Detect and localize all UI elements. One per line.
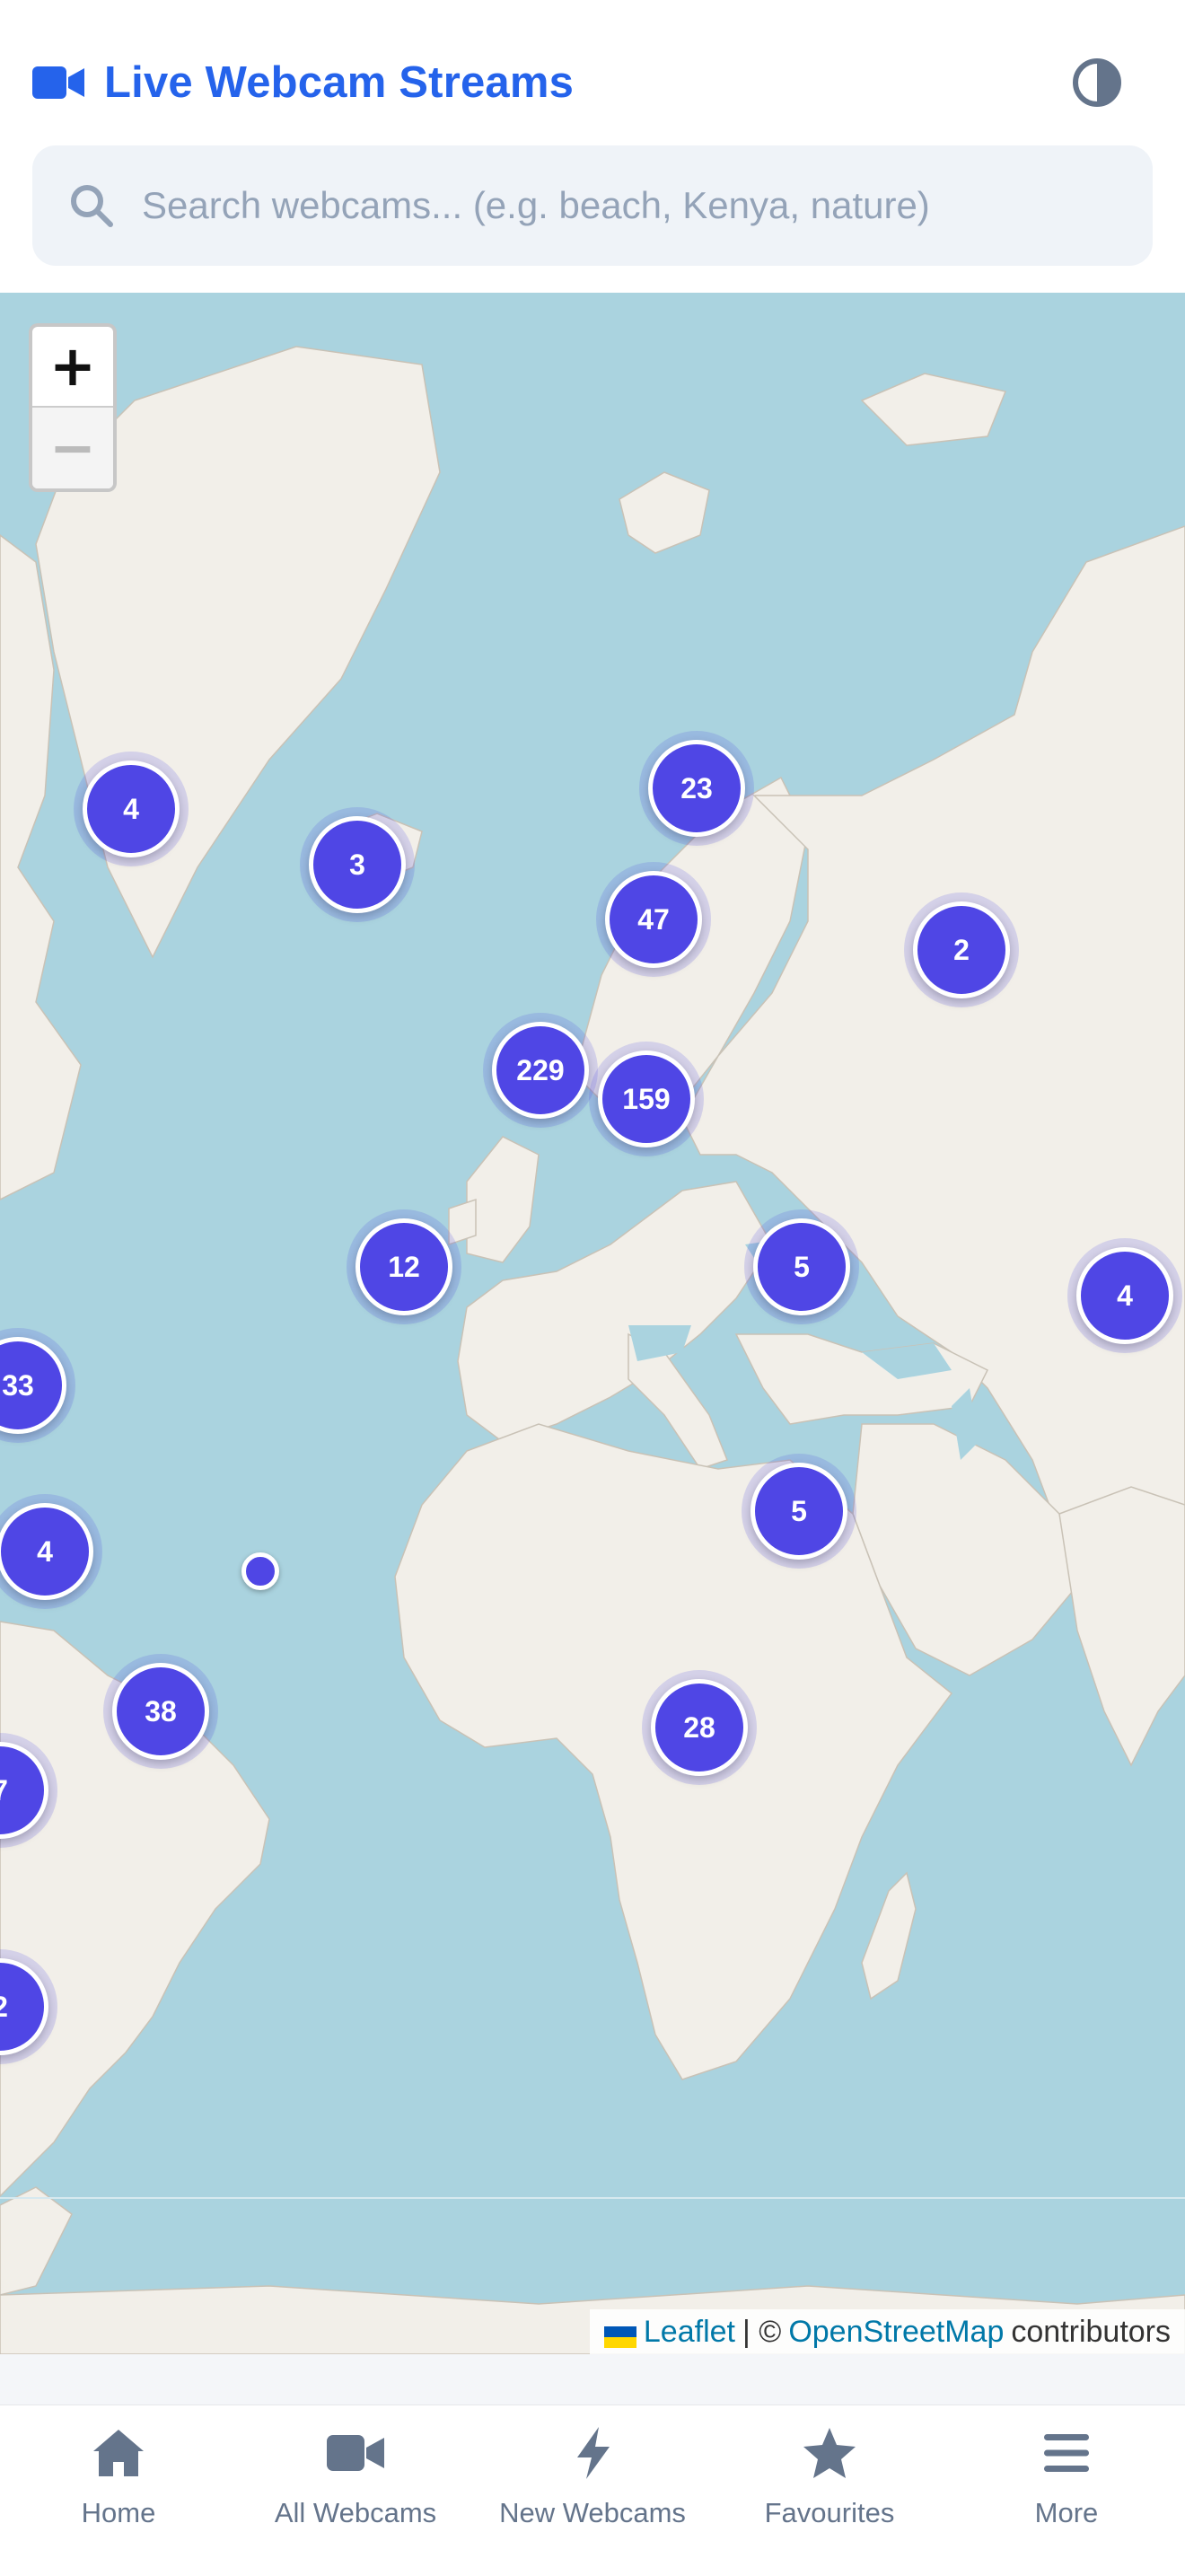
cluster-marker-brazil[interactable]: 38 [112,1663,209,1760]
map-tiles [0,346,1185,2354]
theme-toggle-button[interactable] [1068,56,1126,113]
cluster-marker-south-africa[interactable]: 28 [651,1679,748,1776]
search-input[interactable] [140,163,1128,248]
openstreetmap-link[interactable]: OpenStreetMap [788,2315,1004,2350]
menu-icon [1035,2422,1098,2484]
nav-item-new-webcams[interactable]: New Webcams [474,2405,711,2576]
zoom-control: + − [29,323,117,492]
attribution-separator: | © [742,2314,782,2349]
nav-item-favourites[interactable]: Favourites [711,2405,948,2576]
page-title: Live Webcam Streams [104,58,575,107]
ukraine-flag-icon [603,2321,636,2348]
nav-item-all-webcams[interactable]: All Webcams [237,2405,474,2576]
cluster-marker-iceland[interactable]: 3 [309,816,406,913]
video-camera-icon [324,2422,387,2484]
cluster-marker-india[interactable]: 4 [1076,1247,1173,1344]
cluster-marker-russia[interactable]: 2 [913,901,1010,998]
brand: Live Webcam Streams [32,50,574,115]
nav-item-more[interactable]: More [948,2405,1185,2576]
contrast-icon [1072,57,1122,112]
nav-label-home: Home [81,2497,156,2528]
webcam-map[interactable]: + − 4 3 23 47 2 229 159 12 5 4 33 4 5 38… [0,293,1185,2354]
search-icon [68,182,115,229]
cluster-marker-amazon[interactable]: 4 [0,1503,93,1600]
webcam-marker[interactable] [241,1552,279,1590]
cluster-marker-greenland[interactable]: 4 [83,760,180,857]
cluster-marker-east-africa[interactable]: 5 [750,1463,847,1560]
nav-label-favourites: Favourites [764,2497,895,2528]
map-footer-strip [0,2354,1185,2405]
zoom-out-button[interactable]: − [32,408,113,488]
nav-label-more: More [1034,2497,1099,2528]
nav-label-all-webcams: All Webcams [274,2497,437,2528]
star-icon [798,2422,861,2484]
nav-label-new-webcams: New Webcams [499,2497,686,2528]
cluster-marker-central-europe[interactable]: 159 [598,1051,695,1147]
attribution-suffix: contributors [1011,2314,1171,2349]
zoom-in-button[interactable]: + [32,327,113,408]
nav-item-home[interactable]: Home [0,2405,237,2576]
cluster-marker-middle-east[interactable]: 5 [753,1218,850,1315]
cluster-marker-western-europe[interactable]: 229 [492,1022,589,1119]
cluster-marker-scandinavia-south[interactable]: 47 [605,871,702,968]
cluster-marker-canary-islands[interactable]: 12 [356,1218,452,1315]
cluster-marker-scandinavia-north[interactable]: 23 [648,740,745,837]
search-bar [32,145,1153,266]
lightning-icon [561,2422,624,2484]
map-attribution: Leaflet | © OpenStreetMap contributors [589,2309,1185,2354]
bottom-nav: Home All Webcams New Webcams Favourites [0,2405,1185,2575]
video-camera-icon [32,65,84,101]
app-header: Live Webcam Streams [0,0,1185,293]
home-icon [87,2422,150,2484]
leaflet-link[interactable]: Leaflet [644,2315,735,2350]
